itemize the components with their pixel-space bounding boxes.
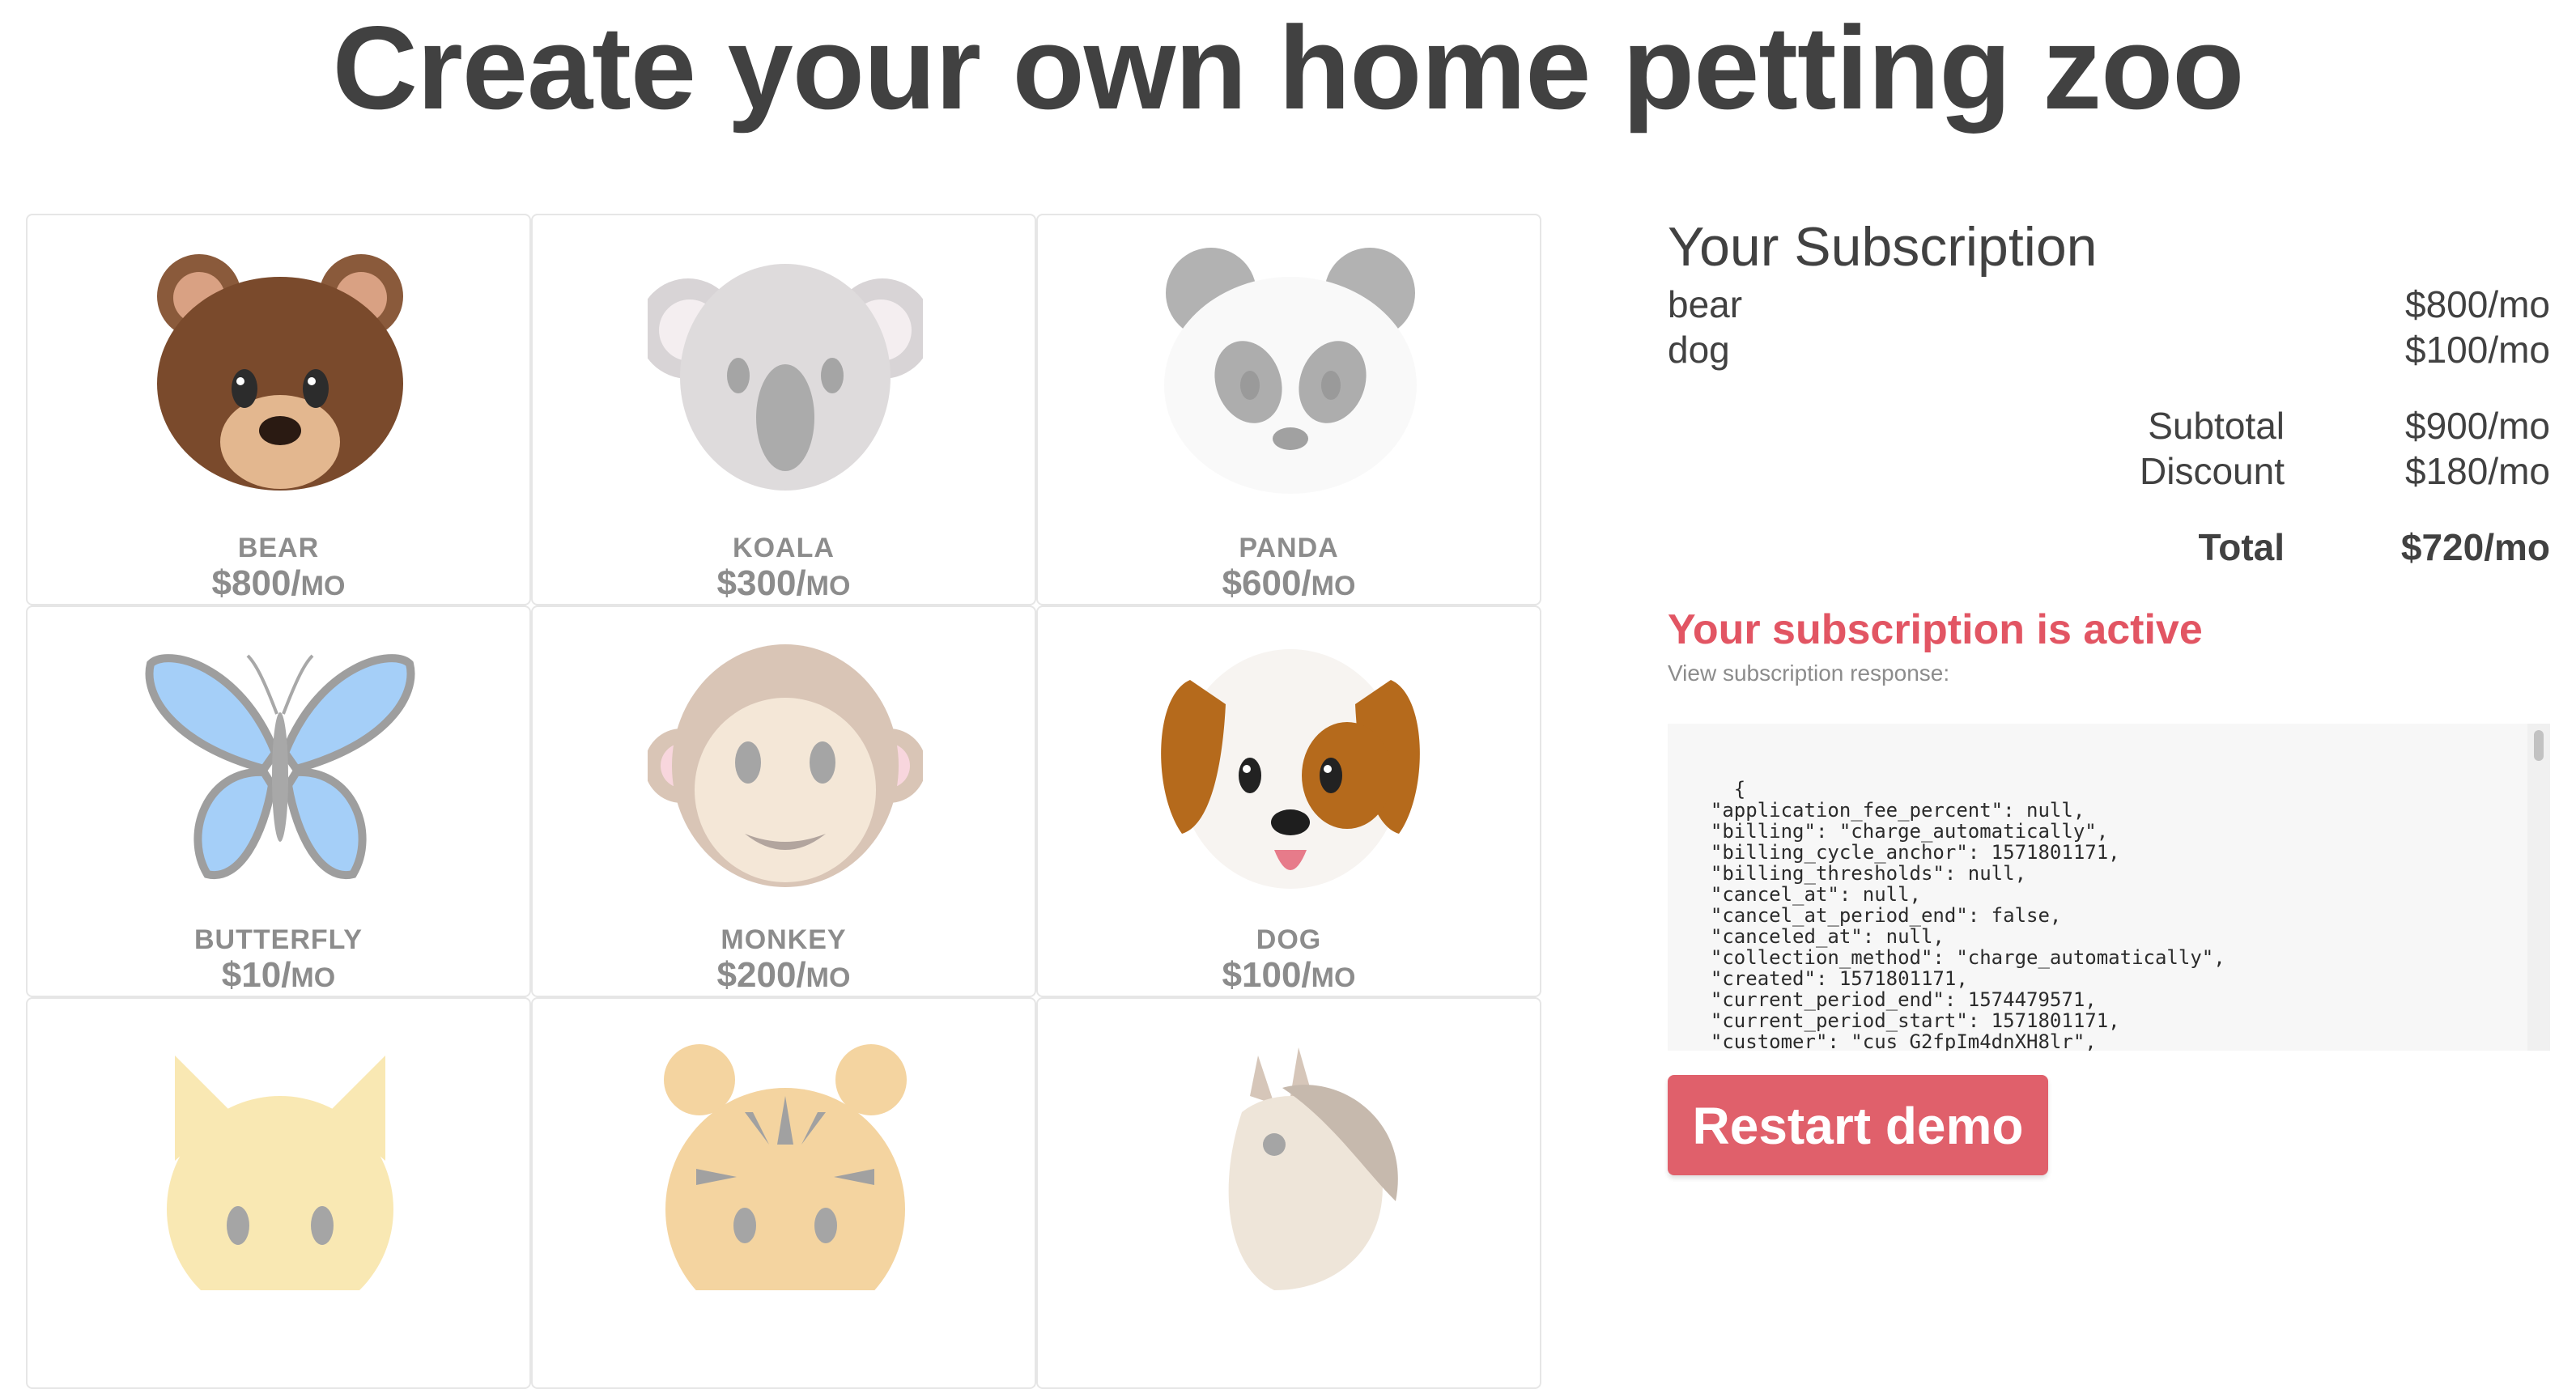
animal-grid: BEAR $800/MO KOALA $300/MO PANDA $600/MO [26, 214, 1541, 1389]
animal-name: DOG [1256, 924, 1322, 955]
bear-icon [157, 254, 403, 491]
scrollbar[interactable] [2527, 724, 2550, 1051]
animal-card-panda[interactable]: PANDA $600/MO [1036, 214, 1541, 605]
subscription-panel: Your Subscription bear $800/mo dog $100/… [1668, 212, 2550, 1175]
subtotal-label: Subtotal [2148, 405, 2285, 447]
total-value: $720/mo [2400, 526, 2550, 568]
response-json: { "application_fee_percent": null, "bill… [1710, 778, 2225, 1051]
cat-icon [167, 1056, 393, 1290]
koala-icon [648, 264, 923, 491]
view-response-link[interactable]: View subscription response: [1668, 661, 2550, 686]
animal-card-cat[interactable] [26, 997, 531, 1389]
subscription-title: Your Subscription [1668, 216, 2098, 278]
butterfly-icon [145, 654, 415, 880]
line-item: dog $100/mo [1668, 327, 2550, 372]
horse-icon [1228, 1047, 1398, 1290]
panda-icon [1164, 248, 1417, 494]
animal-name: MONKEY [721, 924, 847, 955]
restart-demo-button[interactable]: Restart demo [1668, 1075, 2048, 1175]
line-item-name: dog [1668, 329, 1730, 371]
discount-value: $180/mo [2404, 450, 2550, 492]
animal-card-dog[interactable]: DOG $100/MO [1036, 605, 1541, 997]
animal-name: KOALA [733, 533, 835, 563]
line-item-name: bear [1668, 283, 1743, 325]
line-item: bear $800/mo [1668, 282, 2550, 327]
animal-card-koala[interactable]: KOALA $300/MO [531, 214, 1036, 605]
animal-price: $200/MO [716, 955, 851, 995]
scrollbar-thumb[interactable] [2534, 730, 2544, 761]
subscription-status: Your subscription is active [1668, 606, 2203, 653]
animal-name: PANDA [1239, 533, 1339, 563]
discount-row: Discount $180/mo [1668, 448, 2550, 494]
subtotal-row: Subtotal $900/mo [1668, 403, 2550, 448]
subscription-response-code[interactable]: { "application_fee_percent": null, "bill… [1668, 724, 2550, 1051]
animal-name: BEAR [237, 533, 320, 563]
total-row: Total $720/mo [1668, 525, 2550, 570]
animal-price: $600/MO [1222, 563, 1356, 603]
subtotal-value: $900/mo [2404, 405, 2550, 447]
animal-card-bear[interactable]: BEAR $800/MO [26, 214, 531, 605]
animal-card-monkey[interactable]: MONKEY $200/MO [531, 605, 1036, 997]
page-title: Create your own home petting zoo [332, 2, 2245, 134]
total-label: Total [2198, 526, 2285, 568]
animal-price: $10/MO [221, 955, 336, 995]
animal-card-butterfly[interactable]: BUTTERFLY $10/MO [26, 605, 531, 997]
animal-card-tiger[interactable] [531, 997, 1036, 1389]
animal-price: $300/MO [716, 563, 851, 603]
animal-card-horse[interactable] [1036, 997, 1541, 1389]
line-item-price: $100/mo [2404, 329, 2550, 371]
animal-price: $800/MO [211, 563, 346, 603]
tiger-icon [664, 1044, 907, 1290]
animal-name: BUTTERFLY [194, 924, 363, 955]
animal-price: $100/MO [1222, 955, 1356, 995]
totals: Subtotal $900/mo Discount $180/mo Total … [1668, 403, 2550, 570]
monkey-icon [648, 644, 923, 887]
dog-icon [1161, 649, 1420, 889]
discount-label: Discount [2140, 450, 2285, 492]
line-item-price: $800/mo [2404, 283, 2550, 325]
